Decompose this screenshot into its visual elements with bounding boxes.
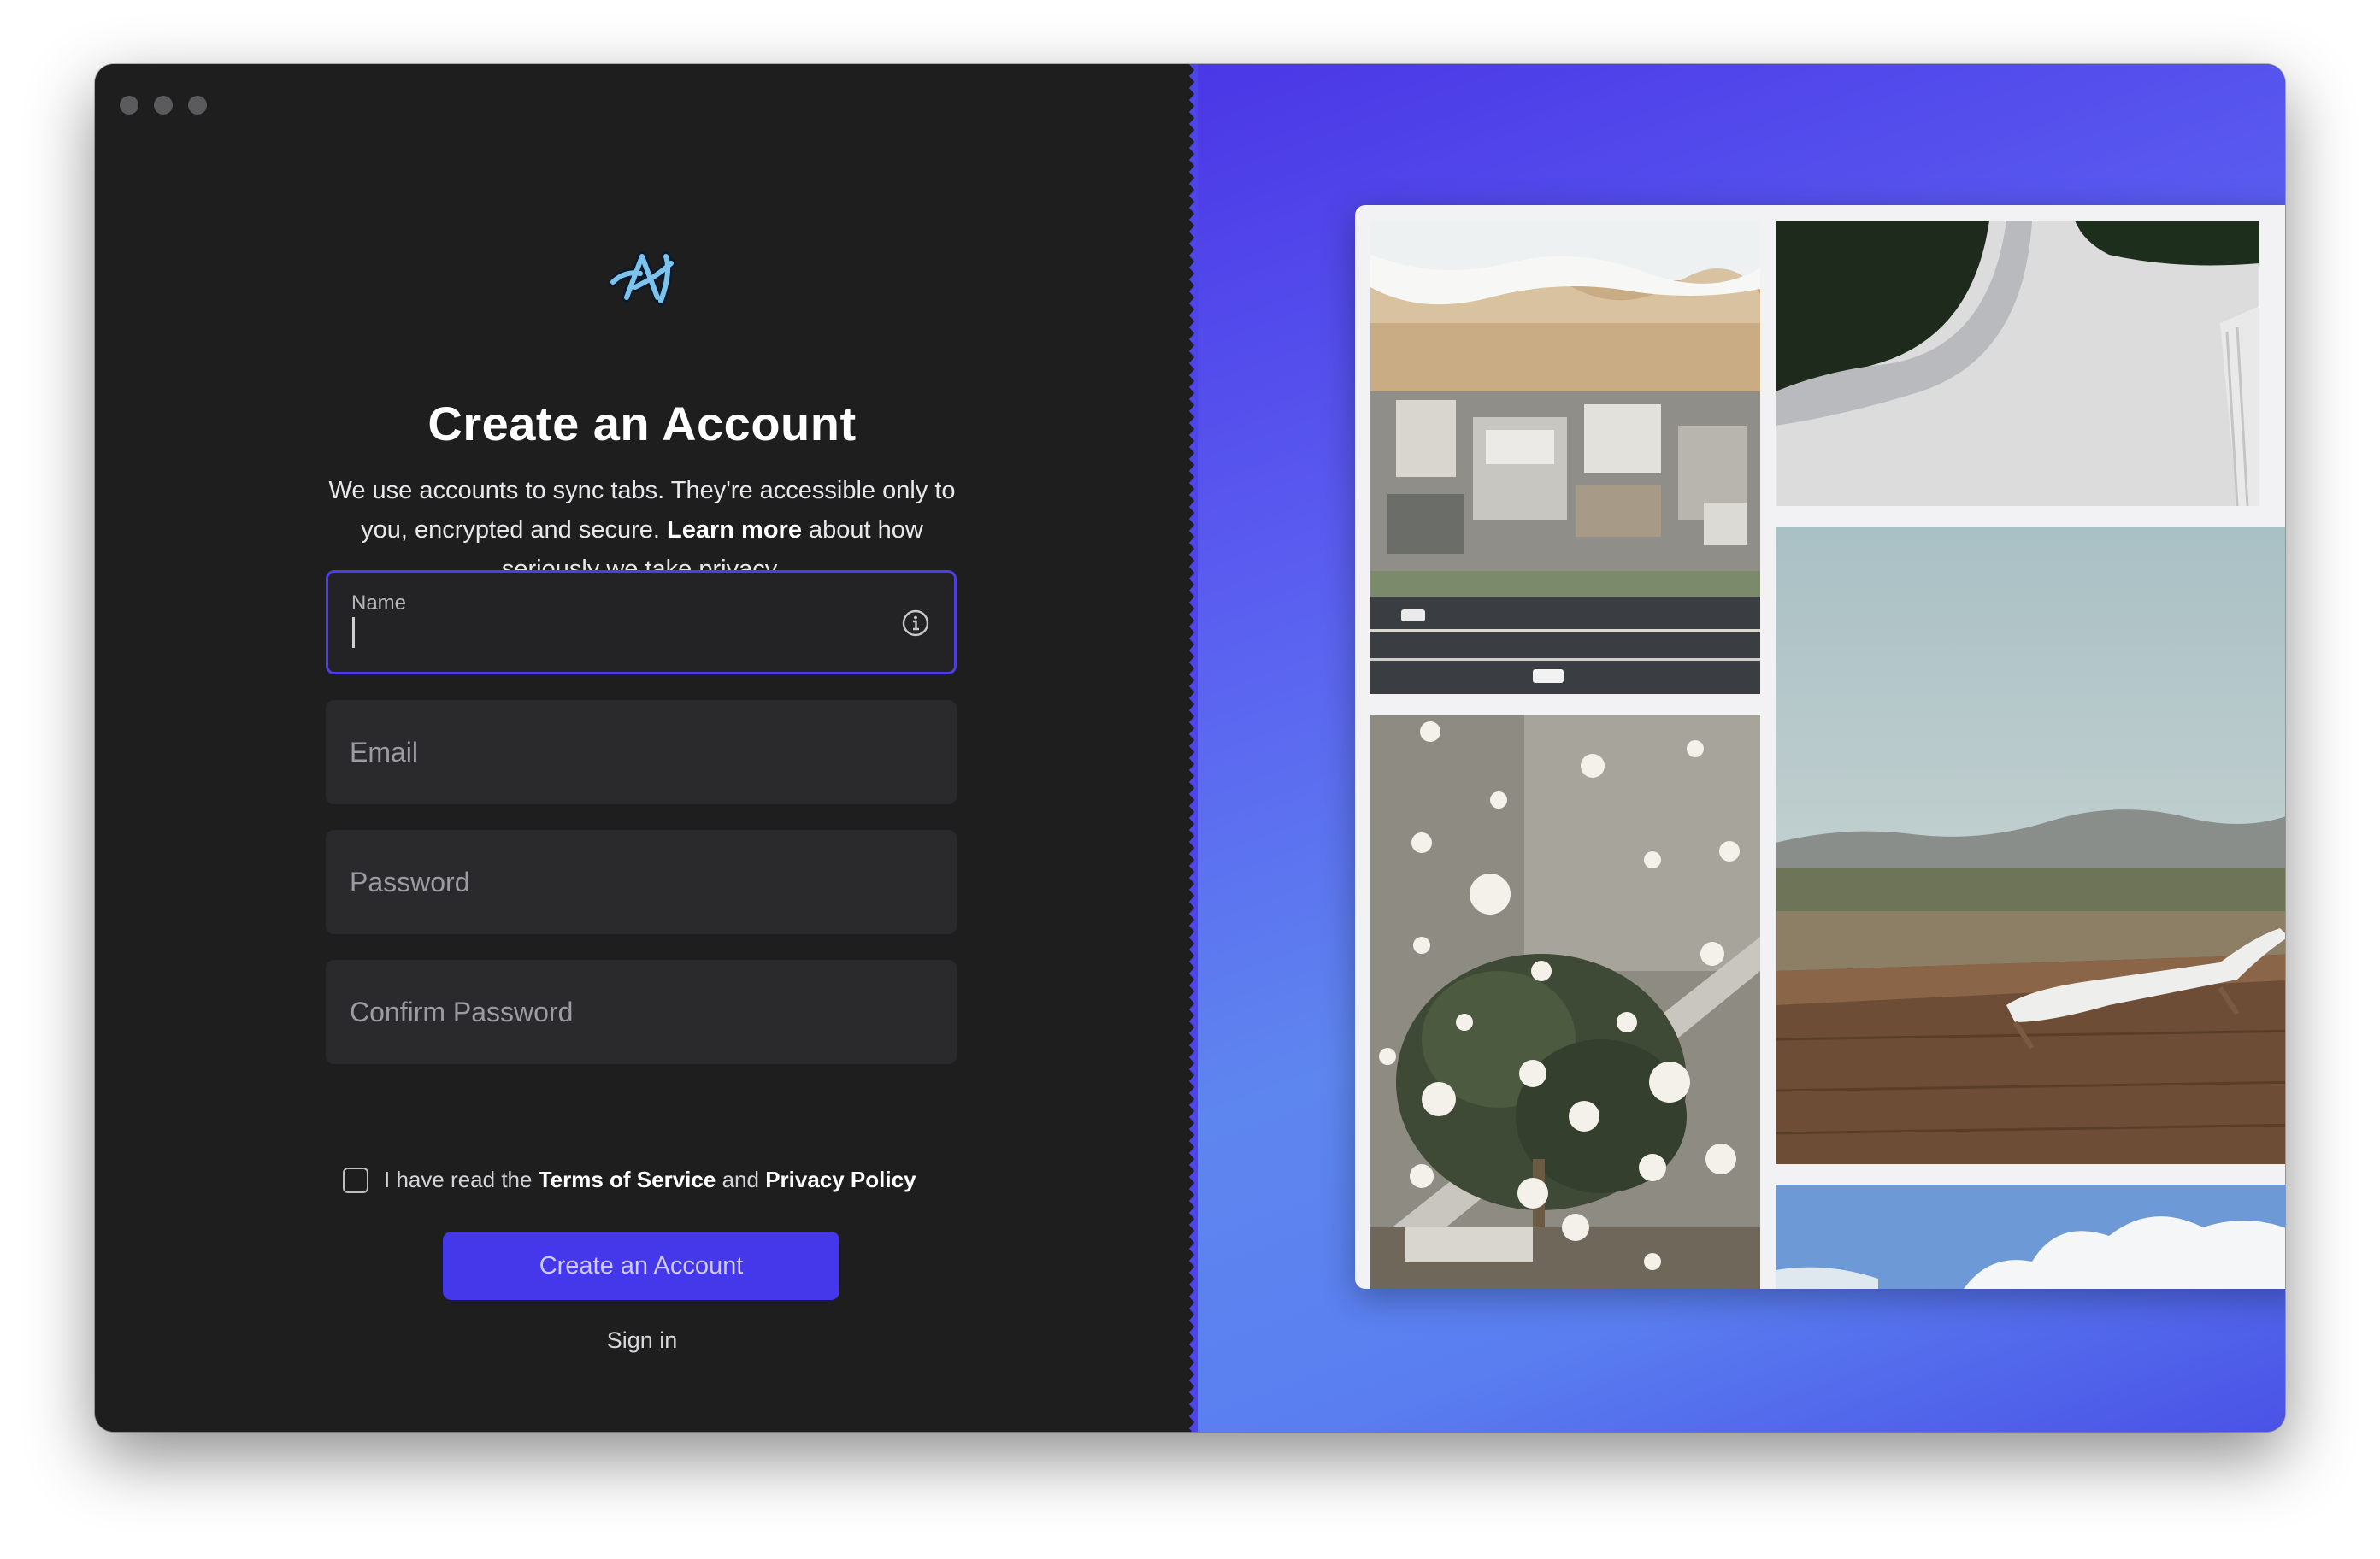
close-window-button[interactable] xyxy=(120,96,138,115)
email-input[interactable] xyxy=(350,700,931,804)
confirm-password-input[interactable] xyxy=(350,960,931,1064)
password-field[interactable] xyxy=(326,830,957,934)
create-account-button[interactable]: Create an Account xyxy=(443,1232,839,1300)
confirm-password-field[interactable] xyxy=(326,960,957,1064)
zigzag-divider xyxy=(1182,64,1198,1432)
terms-row: I have read the Terms of Service and Pri… xyxy=(343,1167,916,1193)
password-input[interactable] xyxy=(350,830,931,934)
email-field[interactable] xyxy=(326,700,957,804)
name-field-label: Name xyxy=(351,591,407,615)
zoom-window-button[interactable] xyxy=(188,96,207,115)
terms-of-service-link[interactable]: Terms of Service xyxy=(539,1167,716,1192)
page-title: Create an Account xyxy=(427,397,857,450)
gallery-tile-desert xyxy=(1776,527,2285,1164)
terms-and: and xyxy=(722,1167,759,1192)
terms-text: I have read the Terms of Service and Pri… xyxy=(384,1167,916,1193)
minimize-window-button[interactable] xyxy=(154,96,173,115)
name-field[interactable]: Name xyxy=(326,570,957,674)
learn-more-link[interactable]: Learn more xyxy=(667,516,802,544)
signup-pane: Create an Account We use accounts to syn… xyxy=(95,64,1189,1432)
text-caret xyxy=(352,617,355,648)
sign-in-link[interactable]: Sign in xyxy=(95,1327,1189,1354)
privacy-policy-link[interactable]: Privacy Policy xyxy=(765,1167,916,1192)
gallery-tile-sky xyxy=(1776,1185,2285,1289)
terms-prefix: I have read the xyxy=(384,1167,533,1192)
app-window: Create an Account We use accounts to syn… xyxy=(95,64,2285,1432)
info-icon[interactable] xyxy=(901,609,930,638)
gallery-tile-beach xyxy=(1370,221,1760,694)
gallery-tile-atrium xyxy=(1370,715,1760,1289)
gallery-tile-snow xyxy=(1776,221,2259,506)
arc-logo-icon xyxy=(608,251,676,306)
window-controls xyxy=(120,96,207,115)
terms-checkbox[interactable] xyxy=(343,1167,368,1193)
photo-gallery xyxy=(1355,205,2285,1289)
